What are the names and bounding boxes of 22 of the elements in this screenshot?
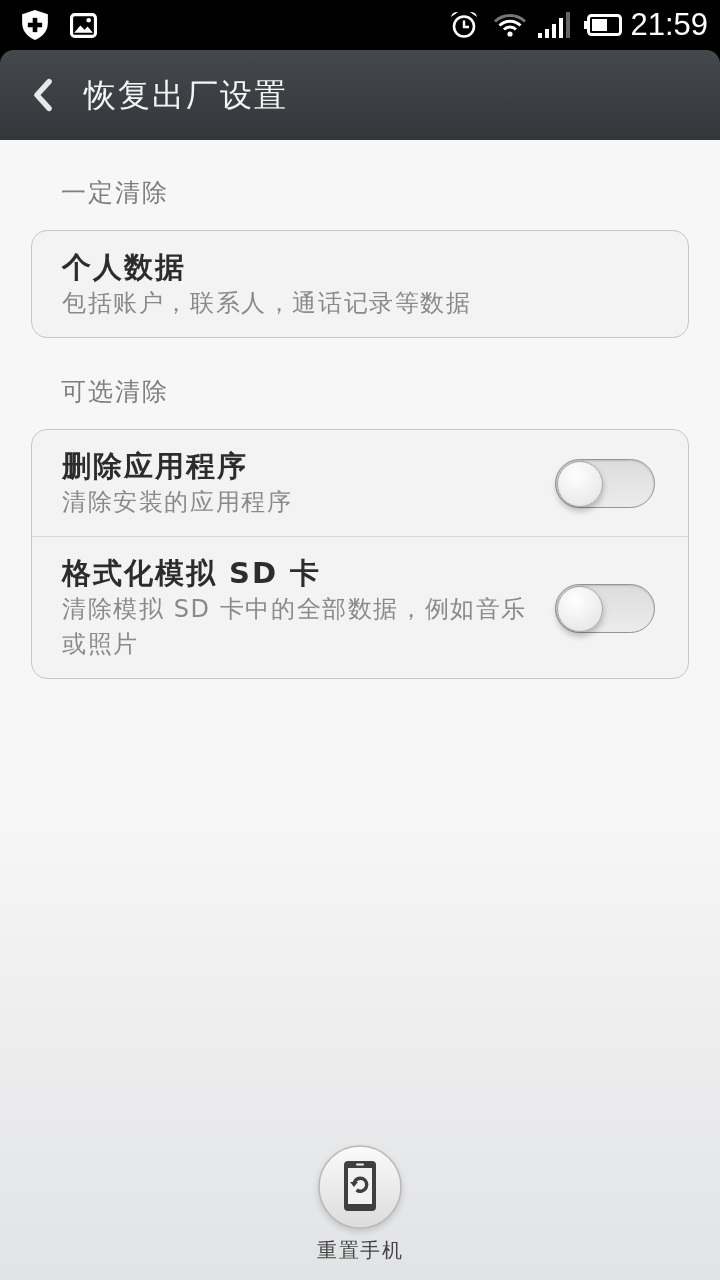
setting-description: 包括账户，联系人，通话记录等数据 [62, 288, 473, 319]
signal-icon [538, 12, 571, 38]
back-button[interactable] [32, 78, 54, 112]
alarm-clock-icon [450, 11, 479, 39]
page-title: 恢复出厂设置 [84, 75, 288, 116]
back-icon [32, 78, 54, 112]
reset-phone-button[interactable]: 重置手机 [317, 1144, 403, 1264]
setting-title: 个人数据 [62, 249, 187, 286]
image-icon [70, 12, 97, 38]
setting-description: 清除安装的应用程序 [62, 487, 294, 518]
toggle-switch[interactable] [555, 459, 655, 508]
battery-icon [584, 14, 623, 36]
shield-plus-icon [22, 10, 48, 40]
section-header: 可选清除 [60, 376, 170, 408]
setting-description: 清除模拟 SD 卡中的全部数据，例如音乐或照片 [62, 594, 528, 660]
setting-title: 删除应用程序 [62, 448, 249, 485]
section-header: 一定清除 [60, 177, 170, 209]
toggle-switch[interactable] [555, 583, 655, 633]
wifi-icon [494, 13, 527, 37]
status-time: 21:59 [630, 7, 708, 43]
phone-reset-icon [317, 1144, 403, 1230]
setting-title: 格式化模拟 SD 卡 [62, 555, 323, 592]
